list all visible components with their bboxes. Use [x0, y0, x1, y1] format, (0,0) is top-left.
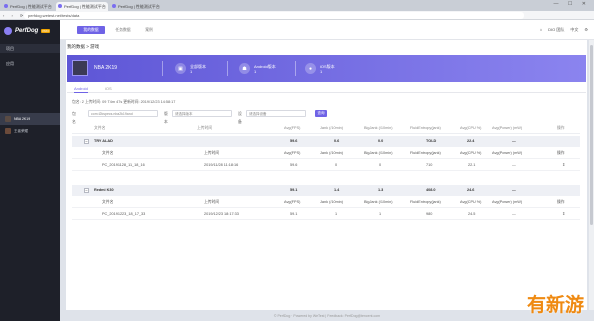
tab-ios[interactable]: iOS — [105, 85, 112, 93]
collapse-icon[interactable]: − — [84, 139, 89, 144]
search-button[interactable]: 查询 — [315, 110, 327, 117]
platform-tabs: Android iOS — [67, 85, 586, 93]
perfdog-logo-icon — [4, 26, 12, 35]
top-nav-bar: 我的数据 任务数据 案例 ⌂ DIO 团队 中文 ⚙ — [60, 20, 594, 40]
favicon-icon — [58, 4, 62, 8]
package-select[interactable]: com.t2kspecs.nba2k19and — [88, 110, 158, 117]
app-thumbnail — [5, 128, 11, 134]
nav-my-data-button[interactable]: 我的数据 — [77, 26, 105, 34]
package-info: 包名: 2 上传时间: 09 T4m 47s 更新时间: 2019/12/23 … — [72, 100, 176, 104]
vertical-scrollbar[interactable] — [589, 40, 594, 310]
sidebar-subheader: 应用 — [6, 61, 14, 66]
tab-android[interactable]: Android — [74, 85, 88, 93]
table-header: 文件名 上传时间 Avg(FPS) Jank (/10min) BigJank … — [72, 123, 580, 134]
url-input[interactable]: perfdog.wetest.net/tests/data — [24, 12, 524, 19]
version-select[interactable]: 请选择版本 — [172, 110, 232, 117]
divider — [227, 61, 228, 76]
nav-task-data-button[interactable]: 任务数据 — [110, 26, 136, 34]
app-thumbnail — [5, 116, 11, 122]
favicon-icon — [112, 4, 116, 8]
nav-cases-button[interactable]: 案例 — [140, 26, 158, 34]
language-switch[interactable]: 中文 — [570, 26, 578, 34]
view-icon[interactable]: ⇕ — [562, 209, 565, 220]
stat-android-versions[interactable]: ☗ Android版本 1 — [239, 60, 276, 77]
browser-tab-active[interactable]: PerfDog | 性能测试平台 — [56, 2, 108, 11]
favicon-icon — [4, 4, 8, 8]
table-row[interactable]: PC_20191128_11_18_16 2019/11/28 11:18:16… — [72, 160, 580, 171]
divider — [162, 61, 163, 76]
site-watermark: 有新游 — [527, 294, 585, 316]
collapse-icon[interactable]: − — [84, 188, 89, 193]
breadcrumb: 我的数据 > 游戏 — [67, 44, 100, 49]
top-right-controls: ⌂ DIO 团队 中文 ⚙ — [540, 26, 588, 34]
view-icon[interactable]: ⇕ — [562, 160, 565, 171]
browser-tab-strip: PerfDog | 性能测试平台 PerfDog | 性能测试平台 PerfDo… — [0, 0, 594, 11]
android-icon: ☗ — [239, 63, 250, 74]
table-group-row[interactable]: − Redmi K30 59.1 1.4 1.3 408.0 24.6 — — [72, 185, 580, 196]
sidebar-item-app[interactable]: NBA 2K19 — [0, 113, 60, 125]
brand-logo[interactable]: PerfDog PRO — [4, 26, 50, 35]
main-panel: 我的数据 > 游戏 NBA 2K19 ▣ 全部版本 1 ☗ Android版本 1 … — [66, 40, 587, 310]
page-footer: © PerfDog · Powered by WeTest | Feedback… — [273, 314, 381, 318]
game-cover-image — [72, 60, 88, 76]
table-subheader: 文件名 上传时间 Avg(FPS) Jank (/10min) BigJank … — [72, 148, 580, 159]
nav-arrows-icon[interactable]: ‹ › ⟳ — [3, 11, 26, 20]
user-menu[interactable]: DIO 团队 — [548, 26, 564, 34]
sidebar-item-app[interactable]: 王者荣耀 — [0, 125, 60, 137]
game-title: NBA 2K19 — [94, 65, 118, 71]
table-group-row[interactable]: − TRY ALAD 59.6 0.6 0.0 TOLD 22.4 — — [72, 136, 580, 147]
window-controls[interactable]: — ☐ ✕ — [554, 1, 590, 7]
game-summary-banner: NBA 2K19 ▣ 全部版本 1 ☗ Android版本 1 ● iOS版本 1 — [67, 55, 586, 82]
table-row[interactable]: PC_20191223_18_17_33 2019/12/23 18:17:33… — [72, 209, 580, 220]
apple-icon: ● — [305, 63, 316, 74]
sidebar-section-header[interactable]: 项目 — [0, 44, 60, 53]
table-subheader: 文件名 上传时间 Avg(FPS) Jank (/10min) BigJank … — [72, 197, 580, 208]
address-bar: ‹ › ⟳ perfdog.wetest.net/tests/data — [0, 11, 594, 20]
scrollbar-thumb[interactable] — [590, 45, 593, 225]
stat-all-versions[interactable]: ▣ 全部版本 1 — [175, 60, 206, 77]
divider — [295, 61, 296, 76]
monitor-icon: ▣ — [175, 63, 186, 74]
settings-icon[interactable]: ⚙ — [584, 26, 588, 34]
browser-tab[interactable]: PerfDog | 性能测试平台 — [110, 2, 162, 11]
browser-tab[interactable]: PerfDog | 性能测试平台 — [2, 2, 54, 11]
home-icon[interactable]: ⌂ — [540, 26, 542, 34]
sidebar: PerfDog PRO 项目 应用 NBA 2K19 王者荣耀 — [0, 20, 60, 321]
stat-ios-versions[interactable]: ● iOS版本 1 — [305, 60, 335, 77]
device-select[interactable]: 请选择设备 — [246, 110, 306, 117]
